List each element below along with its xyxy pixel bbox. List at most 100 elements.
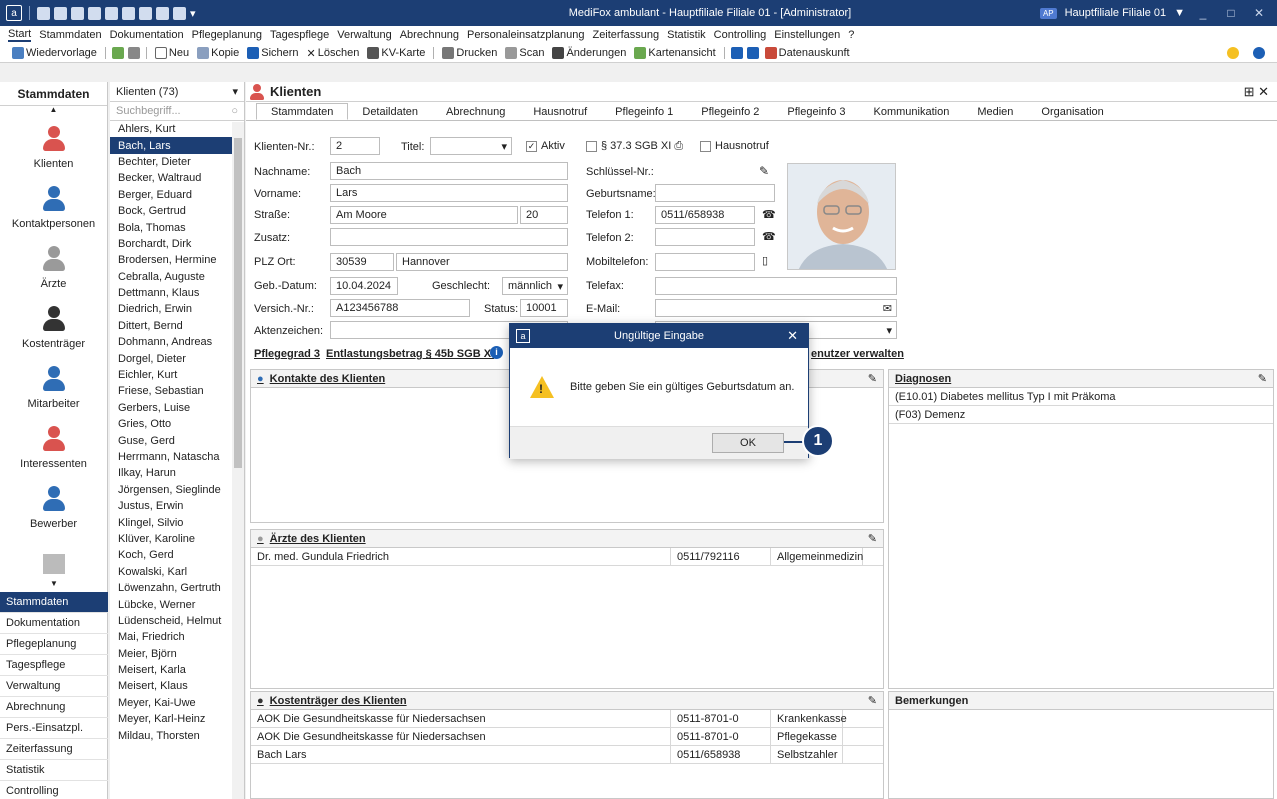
list-item[interactable]: Friese, Sebastian (110, 383, 244, 399)
list-item[interactable]: Berger, Eduard (110, 187, 244, 203)
tab-kommunikation[interactable]: Kommunikation (860, 103, 964, 120)
plz-field[interactable]: 30539 (330, 253, 394, 271)
table-row[interactable]: AOK Die Gesundheitskasse für Niedersachs… (251, 710, 883, 728)
nav-pflegeplanung[interactable]: Pflegeplanung (0, 634, 108, 655)
loeschen-button[interactable]: ✕ Löschen (305, 47, 362, 60)
list-item[interactable]: Bechter, Dieter (110, 154, 244, 170)
wiedervorlage-button[interactable]: Wiedervorlage (10, 47, 99, 59)
branch-label[interactable]: Hauptfiliale Filiale 01 (1065, 7, 1167, 19)
search-input[interactable]: Suchbegriff... ○ (110, 102, 244, 121)
sidebar-item-mitarbeiter[interactable]: Mitarbeiter (0, 354, 107, 414)
list-item[interactable]: Lüdenscheid, Helmut (110, 613, 244, 629)
info-icon[interactable]: i (490, 346, 503, 359)
sidebar-item-add[interactable] (0, 534, 107, 584)
quick-contacts-icon[interactable] (71, 6, 84, 20)
list-item[interactable]: Löwenzahn, Gertruth (110, 580, 244, 596)
sidebar-item-aerzte[interactable]: Ärzte (0, 234, 107, 294)
scan-button[interactable]: Scan (503, 47, 546, 59)
list-item[interactable]: Ahlers, Kurt (110, 121, 244, 137)
list-item[interactable]: (F03) Demenz (889, 406, 1273, 424)
list-item[interactable]: Gries, Otto (110, 416, 244, 432)
mail-icon[interactable]: ✉ (883, 302, 892, 315)
list-item[interactable]: Cebralla, Auguste (110, 269, 244, 285)
scroll-up-icon[interactable]: ▲ (0, 106, 107, 114)
nachname-field[interactable]: Bach (330, 162, 568, 180)
mobil-field[interactable] (655, 253, 755, 271)
kvkarte-button[interactable]: KV-Karte (365, 47, 427, 59)
list-item[interactable]: Kowalski, Karl (110, 564, 244, 580)
list-item[interactable]: Jörgensen, Sieglinde (110, 482, 244, 498)
geb-datum-field[interactable]: 10.04.2024 (330, 277, 398, 295)
neu-button[interactable]: Neu (153, 47, 191, 59)
smiley-icon[interactable] (1227, 47, 1239, 59)
klienten-nr-field[interactable]: 2 (330, 137, 380, 155)
nav-zeiterfassung[interactable]: Zeiterfassung (0, 739, 108, 760)
menu-abrechnung[interactable]: Abrechnung (400, 29, 459, 41)
list-item[interactable]: Dohmann, Andreas (110, 334, 244, 350)
tab-pflegeinfo-3[interactable]: Pflegeinfo 3 (773, 103, 859, 120)
nav-statistik[interactable]: Statistik (0, 760, 108, 781)
nav-pers-einsatzpl[interactable]: Pers.-Einsatzpl. (0, 718, 108, 739)
scroll-thumb[interactable] (234, 138, 242, 468)
customize-dropdown-icon[interactable]: ▾ (190, 7, 196, 20)
list-item[interactable]: Brodersen, Hermine (110, 252, 244, 268)
datenauskunft-button[interactable]: Datenauskunft (763, 47, 852, 59)
list-item[interactable]: Lübcke, Werner (110, 596, 244, 612)
list-item[interactable]: Mai, Friedrich (110, 629, 244, 645)
tab-medien[interactable]: Medien (963, 103, 1027, 120)
quick-clients-icon[interactable] (37, 6, 50, 20)
menu-zeiterfassung[interactable]: Zeiterfassung (592, 29, 659, 41)
menu-help[interactable]: ? (848, 29, 854, 41)
quick-staff-icon[interactable] (105, 6, 118, 20)
sidebar-item-klienten[interactable]: Klienten (0, 114, 107, 174)
list-item[interactable]: Herrmann, Natascha (110, 449, 244, 465)
table-row[interactable]: Bach Lars 0511/658938 Selbstzahler (251, 746, 883, 764)
list-item[interactable]: Mildau, Thorsten (110, 727, 244, 743)
tab-abrechnung[interactable]: Abrechnung (432, 103, 519, 120)
sidebar-item-interessenten[interactable]: Interessenten (0, 414, 107, 474)
mobile-phone-icon[interactable]: ▯ (762, 254, 768, 267)
client-photo[interactable] (787, 163, 896, 270)
table-row[interactable]: Dr. med. Gundula Friedrich 0511/792116 A… (251, 548, 883, 566)
export-icon[interactable] (730, 47, 743, 59)
help-icon[interactable] (1253, 47, 1265, 59)
ort-field[interactable]: Hannover (396, 253, 568, 271)
sichern-button[interactable]: Sichern (245, 47, 300, 59)
entlastung-link[interactable]: Entlastungsbetrag § 45b SGB XI (326, 348, 494, 360)
pin-close-icons[interactable]: ⊞ ✕ (1244, 84, 1277, 100)
tab-organisation[interactable]: Organisation (1027, 103, 1117, 120)
close-icon[interactable]: ✕ (787, 328, 798, 344)
sidebar-item-bewerber[interactable]: Bewerber (0, 474, 107, 534)
aenderungen-button[interactable]: Änderungen (550, 47, 628, 59)
tab-detaildaten[interactable]: Detaildaten (348, 103, 432, 120)
menu-start[interactable]: Start (8, 28, 32, 42)
list-item[interactable]: Ilkay, Harun (110, 465, 244, 481)
list-item[interactable]: Meyer, Kai-Uwe (110, 695, 244, 711)
menu-stammdaten[interactable]: Stammdaten (39, 29, 101, 41)
list-item[interactable]: Dittert, Bernd (110, 318, 244, 334)
hausnotruf-checkbox[interactable]: Hausnotruf (700, 140, 769, 152)
menu-personaleinsatzplanung[interactable]: Personaleinsatzplanung (467, 29, 584, 41)
list-item[interactable]: (E10.01) Diabetes mellitus Typ I mit Prä… (889, 388, 1273, 406)
client-list-selector[interactable]: Klienten (73) ▾ (110, 82, 244, 102)
list-item[interactable]: Guse, Gerd (110, 432, 244, 448)
menu-tagespflege[interactable]: Tagespflege (270, 29, 329, 41)
email-field[interactable]: ✉ (655, 299, 897, 317)
ok-button[interactable]: OK (712, 433, 784, 453)
list-item[interactable]: Meisert, Karla (110, 662, 244, 678)
kartenansicht-button[interactable]: Kartenansicht (632, 47, 717, 59)
list-item[interactable]: Bock, Gertrud (110, 203, 244, 219)
quick-groups-icon[interactable] (122, 6, 135, 20)
edit-pencil-icon[interactable]: ✎ (868, 372, 877, 385)
geburtsname-field[interactable] (655, 184, 775, 202)
aktiv-checkbox[interactable]: ✓ Aktiv (526, 140, 565, 152)
pencil-icon[interactable]: ✎ (759, 164, 769, 178)
titel-select[interactable]: ▾ (430, 137, 512, 155)
geschlecht-select[interactable]: männlich ▾ (502, 277, 568, 295)
quick-docs-icon[interactable] (88, 6, 101, 20)
quick-calendar-icon[interactable] (156, 6, 169, 20)
nav-controlling[interactable]: Controlling (0, 781, 108, 799)
status-field[interactable]: 10001 (520, 299, 568, 317)
tab-hausnotruf[interactable]: Hausnotruf (519, 103, 601, 120)
scroll-down-icon[interactable]: ▼ (0, 579, 108, 588)
